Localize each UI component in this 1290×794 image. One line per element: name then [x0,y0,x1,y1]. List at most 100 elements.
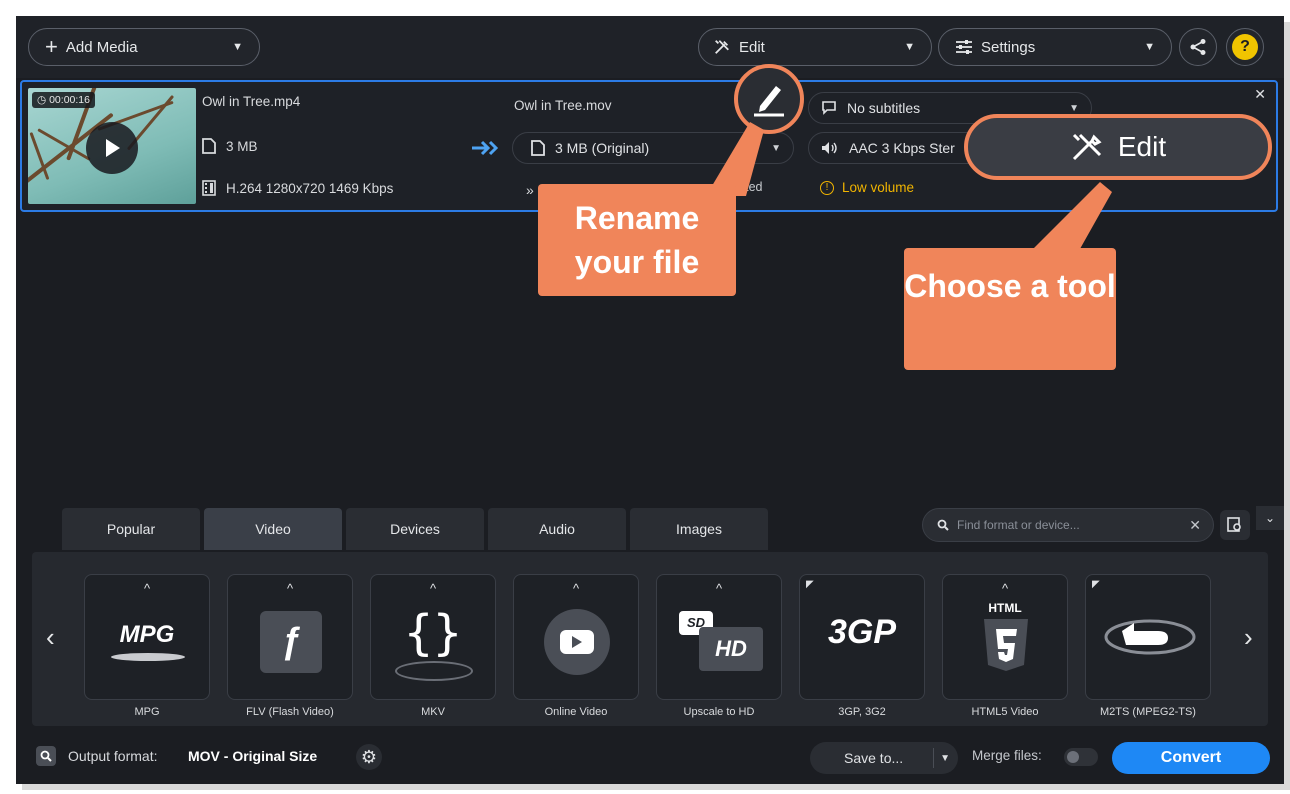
search-icon [937,519,949,531]
chevron-up-icon: ^ [572,581,580,596]
tools-icon [1072,133,1102,161]
speaker-icon [822,142,837,154]
share-button[interactable] [1179,28,1217,66]
html5-shield-icon [984,619,1028,671]
edit-button[interactable]: Edit [964,114,1272,180]
chevron-up-icon: ^ [286,581,294,596]
share-icon [1190,39,1206,55]
format-html5[interactable]: ^ HTML [942,574,1068,700]
chevron-up-icon: ^ [429,581,437,596]
clear-icon[interactable]: ✕ [1189,517,1201,534]
bluray-disc-icon [1104,619,1196,655]
settings-label: Settings [981,38,1036,56]
corner-icon: ◤ [806,579,814,590]
edit-menu-label: Edit [739,38,765,56]
duration-text: 00:00:16 [49,94,90,106]
add-media-label: Add Media [65,38,138,56]
tab-devices[interactable]: Devices [346,508,484,550]
chevron-down-icon: ▼ [1144,41,1155,53]
save-to-label: Save to... [844,750,904,766]
source-codec: H.264 1280x720 1469 Kbps [226,180,394,196]
format-upscale-hd[interactable]: ^ SD HD [656,574,782,700]
scroll-left-icon[interactable]: ‹ [46,622,55,653]
edit-button-label: Edit [1117,131,1167,162]
output-format-value[interactable]: MOV - Original Size [188,748,317,764]
format-mkv[interactable]: ^ {} [370,574,496,700]
tab-video[interactable]: Video [204,508,342,550]
format-label: 3GP, 3G2 [838,706,886,718]
format-label: M2TS (MPEG2-TS) [1100,706,1196,718]
pencil-icon [754,86,784,117]
format-flv[interactable]: ^ ƒ [227,574,353,700]
add-media-button[interactable]: + Add Media ▼ [28,28,260,66]
source-size-row: 3 MB [202,138,258,154]
chevron-down-icon: ⌄ [1264,511,1276,525]
hd-icon: HD [699,627,763,671]
edit-menu-button[interactable]: Edit ▼ [698,28,932,66]
close-icon[interactable]: ✕ [1254,86,1266,103]
3gp-logo-icon: 3GP [827,613,897,651]
play-icon [106,139,120,157]
format-label: Upscale to HD [683,706,755,718]
format-3gp[interactable]: ◤ 3GP [799,574,925,700]
flash-icon: ƒ [260,611,322,673]
mkv-braces-icon: {} [404,605,462,661]
duration-badge: ◷ 00:00:16 [32,92,95,108]
tab-popular[interactable]: Popular [62,508,200,550]
settings-button[interactable]: Settings ▼ [938,28,1172,66]
play-button[interactable] [86,122,138,174]
corner-icon: ◤ [1092,579,1100,590]
merge-files-label: Merge files: [972,748,1042,763]
rename-callout: Rename your file [538,184,736,296]
mpg-logo-icon: MPG [119,621,175,648]
search-input[interactable]: Find format or device... [957,518,1080,532]
format-mpg[interactable]: ^ MPG [84,574,210,700]
format-label: MKV [421,706,445,718]
device-search-icon [1227,517,1241,532]
device-detect-button[interactable] [1220,510,1250,540]
help-button[interactable]: ? [1226,28,1264,66]
search-icon [40,750,52,762]
subtitles-value: No subtitles [847,100,921,116]
chevron-down-icon: ▼ [232,41,243,53]
format-label: HTML5 Video [971,706,1039,718]
warning-text: Low volume [842,180,915,195]
app-window: + Add Media ▼ Edit ▼ Settings ▼ ? ◷ 00:0… [16,16,1284,784]
youtube-icon [544,609,610,675]
source-size: 3 MB [226,138,258,154]
chevron-down-icon: ▼ [940,752,950,764]
convert-button[interactable]: Convert [1112,742,1270,774]
choose-callout-pointer [1026,182,1112,256]
tab-images[interactable]: Images [630,508,768,550]
format-label: MPG [134,706,160,718]
warning-icon: ! [820,180,834,195]
help-icon: ? [1232,34,1258,60]
sliders-icon [956,40,972,54]
output-folder-button[interactable] [36,746,56,766]
format-m2ts[interactable]: ◤ [1085,574,1211,700]
merge-files-toggle[interactable] [1064,748,1098,766]
scroll-right-icon[interactable]: › [1244,622,1253,653]
film-icon [202,180,216,196]
tab-audio[interactable]: Audio [488,508,626,550]
clock-icon: ◷ [37,94,50,106]
chevron-down-icon: ▼ [904,41,915,53]
format-online-video[interactable]: ^ [513,574,639,700]
tools-icon [715,40,729,54]
chevron-down-icon: ▼ [1069,102,1079,114]
speech-bubble-icon [822,101,836,115]
format-label: FLV (Flash Video) [246,706,334,718]
chevron-up-icon: ^ [143,581,151,596]
hw-arrows-icon: » [526,182,534,198]
low-volume-warning: ! Low volume [820,180,914,195]
collapse-panel-button[interactable]: ⌄ [1256,506,1284,530]
video-thumbnail[interactable]: ◷ 00:00:16 [28,88,196,204]
chevron-up-icon: ^ [715,581,723,596]
save-to-button[interactable]: Save to... ▼ [810,742,958,774]
gear-icon[interactable]: ⚙ [356,744,382,770]
toolbar: + Add Media ▼ Edit ▼ Settings ▼ ? [16,16,1284,78]
choose-tool-callout: Choose a tool [904,248,1116,370]
convert-arrow-icon [472,140,499,156]
search-field[interactable]: Find format or device... ✕ [922,508,1214,542]
html-text-icon: HTML [988,601,1022,615]
